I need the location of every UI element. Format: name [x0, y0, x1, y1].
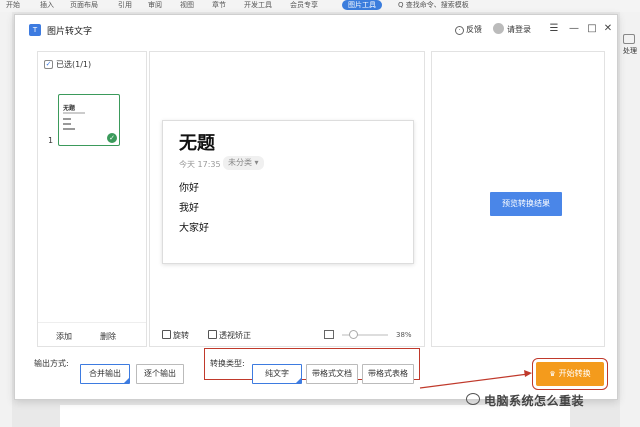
perspective-icon	[208, 330, 217, 339]
thumbnail-line	[63, 112, 85, 114]
selected-count-label: 已选(1/1)	[56, 60, 92, 69]
host-menu-item[interactable]: 开发工具	[244, 0, 272, 10]
process-icon[interactable]	[623, 34, 635, 44]
image-timestamp: 今天 17:35	[179, 160, 221, 169]
image-text-line: 你好	[179, 183, 199, 194]
app-icon: T	[29, 24, 41, 36]
check-circle-icon: ✓	[107, 133, 117, 143]
host-left-gutter	[0, 12, 12, 427]
host-menu-item[interactable]: 开始	[6, 0, 20, 10]
minimize-button[interactable]: —	[567, 22, 581, 36]
convert-type-label: 转换类型:	[210, 359, 245, 368]
image-preview-panel: 无题 今天 17:35 未分类 ▾ 你好 我好 大家好 旋转 透视矫正 38%	[149, 51, 425, 347]
crown-icon: ♛	[549, 370, 556, 378]
dialog-titlebar: T 图片转文字 · 反馈 请登录 ☰ — □ ✕	[15, 15, 619, 45]
start-convert-label: 开始转换	[558, 369, 591, 378]
merge-output-option[interactable]: 合并输出	[80, 364, 130, 384]
divider	[38, 322, 146, 323]
host-menu-item[interactable]: 页面布局	[70, 0, 98, 10]
rotate-button[interactable]: 旋转	[162, 330, 189, 341]
formatted-doc-option[interactable]: 带格式文档	[306, 364, 358, 384]
login-link[interactable]: 请登录	[507, 24, 531, 35]
perspective-button[interactable]: 透视矫正	[208, 330, 251, 341]
feedback-label: 反馈	[466, 25, 482, 34]
zoom-slider-handle[interactable]	[349, 330, 359, 339]
host-menu-item[interactable]: 会员专享	[290, 0, 318, 10]
preview-result-button[interactable]: 预览转换结果	[490, 192, 562, 216]
source-image: 无题 今天 17:35 未分类 ▾ 你好 我好 大家好	[162, 120, 414, 264]
wechat-icon	[466, 393, 480, 405]
process-label: 处理	[623, 47, 637, 55]
avatar[interactable]	[493, 23, 504, 34]
fit-screen-icon[interactable]	[324, 330, 334, 339]
output-mode-label: 输出方式:	[34, 359, 69, 368]
host-right-toolbar: 处理	[620, 12, 640, 427]
host-menu-item[interactable]: 插入	[40, 0, 54, 10]
host-menu-item[interactable]: 引用	[118, 0, 132, 10]
host-menu-bar: 开始 插入 页面布局 引用 审阅 视图 章节 开发工具 会员专享 图片工具 Q …	[0, 0, 640, 12]
select-all-checkbox[interactable]: ✓	[44, 60, 53, 69]
start-convert-button[interactable]: ♛ 开始转换	[532, 358, 608, 390]
plain-text-option[interactable]: 纯文字	[252, 364, 302, 384]
thumbnail-line	[63, 123, 71, 125]
watermark-text: 电脑系统怎么重装	[484, 394, 585, 408]
zoom-level: 38%	[396, 331, 412, 339]
close-button[interactable]: ✕	[601, 22, 615, 36]
image-to-text-dialog: T 图片转文字 · 反馈 请登录 ☰ — □ ✕ ✓ 已选(1/1) 1 无题 ✓…	[14, 14, 618, 400]
host-menu-item-active[interactable]: 图片工具	[342, 0, 382, 10]
image-text-line: 我好	[179, 203, 199, 214]
thumbnail-item[interactable]: 无题 ✓	[58, 94, 120, 146]
thumbnail-line	[63, 118, 71, 120]
result-panel: 预览转换结果	[431, 51, 605, 347]
maximize-button[interactable]: □	[585, 22, 599, 36]
image-heading: 无题	[179, 133, 215, 154]
host-menu-item[interactable]: 审阅	[148, 0, 162, 10]
menu-icon[interactable]: ☰	[547, 22, 561, 36]
host-menu-item[interactable]: 视图	[180, 0, 194, 10]
perspective-label: 透视矫正	[219, 331, 251, 340]
host-menu-item[interactable]: 章节	[212, 0, 226, 10]
formatted-table-option[interactable]: 带格式表格	[362, 364, 414, 384]
rotate-label: 旋转	[173, 331, 189, 340]
feedback-button[interactable]: · 反馈	[455, 24, 482, 35]
thumbnail-line	[63, 128, 75, 130]
category-tag: 未分类 ▾	[223, 156, 264, 170]
thumbnail-title: 无题	[63, 105, 76, 112]
host-search-input[interactable]: Q 查找命令、搜索模板	[398, 0, 469, 10]
image-text-line: 大家好	[179, 223, 209, 234]
delete-button[interactable]: 删除	[100, 331, 116, 342]
dialog-title: 图片转文字	[47, 27, 93, 37]
rotate-icon	[162, 330, 171, 339]
thumbnail-index: 1	[48, 136, 54, 145]
separate-output-option[interactable]: 逐个输出	[136, 364, 184, 384]
feedback-icon: ·	[455, 26, 464, 35]
thumbnail-panel: ✓ 已选(1/1) 1 无题 ✓ 添加 删除	[37, 51, 147, 347]
add-button[interactable]: 添加	[56, 331, 72, 342]
